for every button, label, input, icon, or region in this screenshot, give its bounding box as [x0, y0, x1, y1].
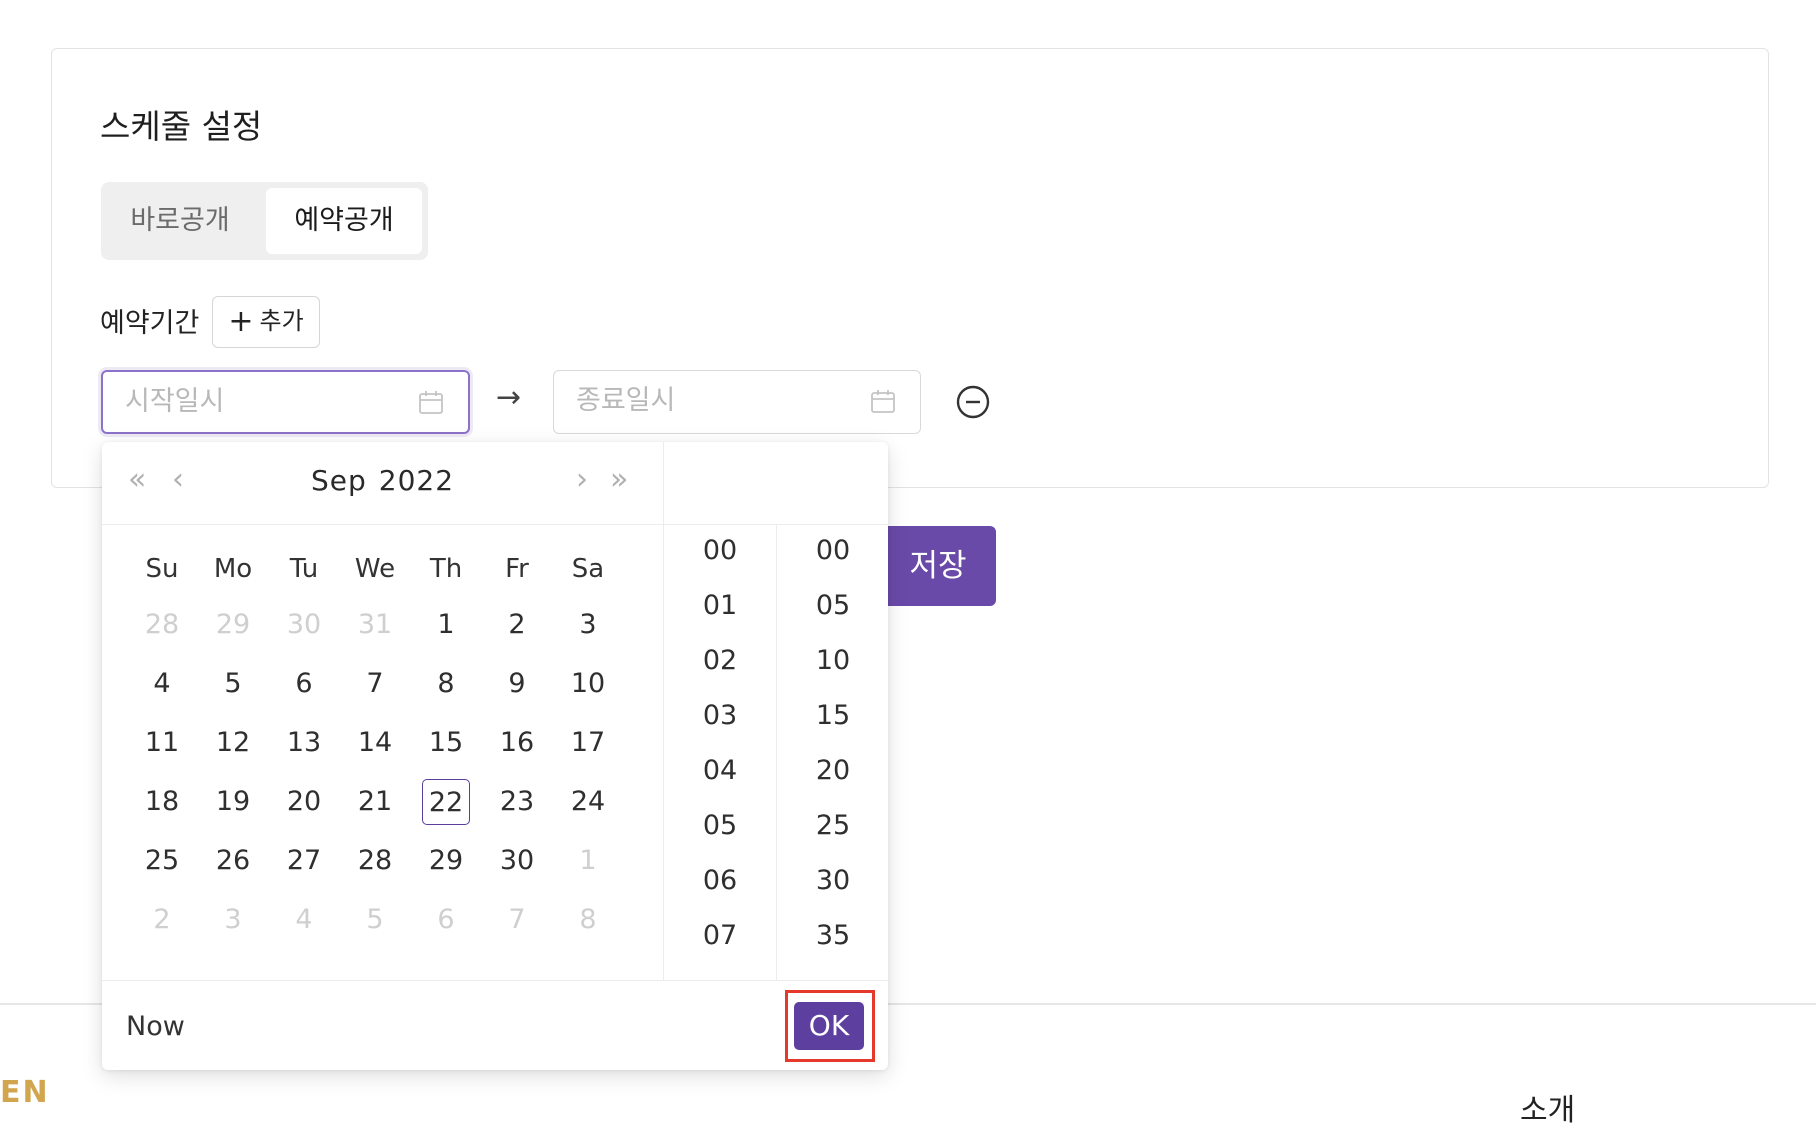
picker-footer: Now	[102, 980, 888, 1071]
time-panel: 00 01 02 03 04 05 06 07 00 05 10 15 20 25 30 35	[663, 442, 889, 980]
calendar-day[interactable]: 1	[564, 838, 612, 884]
calendar-day[interactable]: 22	[422, 779, 470, 825]
hour-option[interactable]: 02	[664, 645, 776, 676]
calendar-day[interactable]: 31	[351, 602, 399, 648]
calendar-day[interactable]: 7	[493, 897, 541, 943]
range-separator-icon: →	[496, 380, 522, 415]
calendar-day[interactable]: 11	[138, 720, 186, 766]
calendar-day[interactable]: 8	[564, 897, 612, 943]
start-datetime-input[interactable]: 시작일시	[101, 370, 470, 434]
time-header	[664, 442, 889, 525]
period-label: 예약기간	[100, 308, 200, 339]
date-panel: « ‹ Sep 2022 › » Su Mo Tu We Th Fr Sa 28 29 30 31 1…	[102, 442, 663, 980]
calendar-day[interactable]: 1	[422, 602, 470, 648]
end-datetime-input[interactable]: 종료일시	[553, 370, 921, 434]
calendar-day[interactable]: 2	[138, 897, 186, 943]
calendar-day[interactable]: 28	[351, 838, 399, 884]
section-title: 스케줄 설정	[100, 107, 263, 146]
calendar-day[interactable]: 24	[564, 779, 612, 825]
tab-immediate-publish[interactable]: 바로공개	[105, 188, 255, 254]
calendar-day[interactable]: 5	[209, 661, 257, 707]
add-period-button[interactable]: + 추가	[212, 296, 320, 348]
hour-option[interactable]: 05	[664, 810, 776, 841]
next-month-icon[interactable]: ›	[576, 462, 588, 497]
minute-option[interactable]: 25	[777, 810, 889, 841]
calendar-day[interactable]: 7	[351, 661, 399, 707]
weekday-label: Sa	[571, 554, 605, 584]
calendar-day[interactable]: 4	[280, 897, 328, 943]
calendar-day[interactable]: 8	[422, 661, 470, 707]
calendar-day[interactable]: 3	[564, 602, 612, 648]
calendar-day[interactable]: 20	[280, 779, 328, 825]
hour-column: 00 01 02 03 04 05 06 07	[664, 525, 777, 980]
calendar-icon	[419, 391, 443, 414]
next-year-icon[interactable]: »	[610, 462, 628, 497]
minute-option[interactable]: 10	[777, 645, 889, 676]
minute-option[interactable]: 05	[777, 590, 889, 621]
hour-option[interactable]: 00	[664, 535, 776, 566]
minute-option[interactable]: 35	[777, 920, 889, 951]
calendar-day[interactable]: 10	[564, 661, 612, 707]
calendar-day[interactable]: 2	[493, 602, 541, 648]
minute-option[interactable]: 00	[777, 535, 889, 566]
calendar-day[interactable]: 4	[138, 661, 186, 707]
calendar-day[interactable]: 23	[493, 779, 541, 825]
calendar-day[interactable]: 15	[422, 720, 470, 766]
ok-button[interactable]: OK	[794, 1002, 864, 1050]
weekday-label: We	[354, 554, 396, 584]
weekday-label: Mo	[213, 554, 253, 584]
footer-intro-link[interactable]: 소개	[1520, 1085, 1575, 1129]
weekday-label: Th	[429, 554, 463, 584]
month-label[interactable]: Sep	[311, 464, 367, 497]
calendar-day[interactable]: 17	[564, 720, 612, 766]
calendar-day[interactable]: 6	[422, 897, 470, 943]
datetime-picker-popup: « ‹ Sep 2022 › » Su Mo Tu We Th Fr Sa 28 29 30 31 1…	[102, 442, 889, 1071]
hour-option[interactable]: 06	[664, 865, 776, 896]
calendar-day[interactable]: 30	[493, 838, 541, 884]
hour-option[interactable]: 01	[664, 590, 776, 621]
start-input-placeholder: 시작일시	[125, 386, 225, 417]
calendar-day[interactable]: 28	[138, 602, 186, 648]
footer-brand-fragment: EN	[0, 1075, 50, 1110]
add-button-label: 추가	[259, 307, 304, 335]
save-button[interactable]: 저장	[880, 526, 996, 606]
calendar-day[interactable]: 12	[209, 720, 257, 766]
hour-option[interactable]: 07	[664, 920, 776, 951]
now-button[interactable]: Now	[126, 1011, 185, 1042]
calendar-day[interactable]: 29	[209, 602, 257, 648]
weekday-label: Tu	[289, 554, 319, 584]
minute-column: 00 05 10 15 20 25 30 35	[777, 525, 889, 980]
hour-option[interactable]: 03	[664, 700, 776, 731]
calendar-day[interactable]: 29	[422, 838, 470, 884]
weekday-label: Fr	[505, 554, 529, 584]
calendar-day[interactable]: 18	[138, 779, 186, 825]
picker-header: « ‹ Sep 2022 › »	[102, 442, 663, 525]
calendar-day[interactable]: 16	[493, 720, 541, 766]
calendar-day[interactable]: 14	[351, 720, 399, 766]
minus-circle-icon[interactable]	[955, 384, 991, 420]
calendar-day[interactable]: 9	[493, 661, 541, 707]
calendar-day[interactable]: 25	[138, 838, 186, 884]
weekday-label: Su	[145, 554, 179, 584]
tab-scheduled-publish[interactable]: 예약공개	[266, 188, 422, 254]
calendar-day[interactable]: 5	[351, 897, 399, 943]
calendar-day[interactable]: 26	[209, 838, 257, 884]
calendar-day[interactable]: 19	[209, 779, 257, 825]
publish-mode-toggle: 바로공개 예약공개	[101, 182, 428, 260]
calendar-day[interactable]: 3	[209, 897, 257, 943]
calendar-day[interactable]: 21	[351, 779, 399, 825]
minute-option[interactable]: 30	[777, 865, 889, 896]
hour-option[interactable]: 04	[664, 755, 776, 786]
calendar-icon	[871, 390, 895, 413]
minute-option[interactable]: 15	[777, 700, 889, 731]
minute-option[interactable]: 20	[777, 755, 889, 786]
plus-icon: +	[228, 304, 254, 339]
calendar-day[interactable]: 30	[280, 602, 328, 648]
calendar-day[interactable]: 13	[280, 720, 328, 766]
year-label[interactable]: 2022	[379, 464, 454, 497]
calendar-day[interactable]: 6	[280, 661, 328, 707]
calendar-day[interactable]: 27	[280, 838, 328, 884]
end-input-placeholder: 종료일시	[576, 385, 676, 416]
